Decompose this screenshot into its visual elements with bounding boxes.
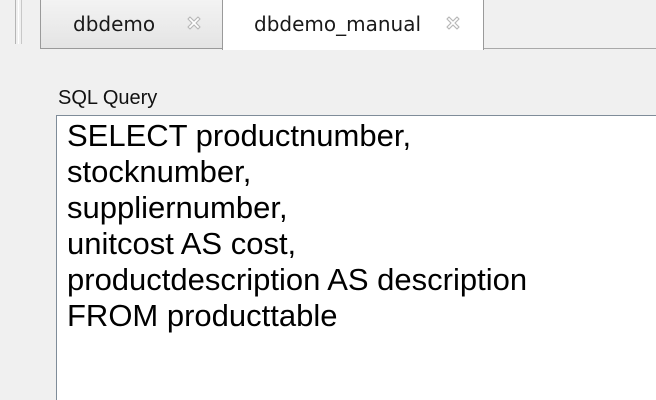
close-icon[interactable] xyxy=(184,13,204,33)
query-panel: SQL Query SELECT productnumber, stocknumb… xyxy=(0,50,656,400)
sql-line: stocknumber, xyxy=(67,154,252,189)
sql-query-text: SELECT productnumber, stocknumber, supplie… xyxy=(67,118,527,334)
sql-query-label: SQL Query xyxy=(58,87,158,109)
sql-line: productdescription AS description xyxy=(67,262,528,297)
sql-query-input[interactable]: SELECT productnumber, stocknumber, supplie… xyxy=(56,115,656,400)
close-icon[interactable] xyxy=(443,13,463,33)
toolbar-grip-edge xyxy=(21,0,25,44)
sql-line: FROM producttable xyxy=(67,298,338,333)
sql-line: suppliernumber, xyxy=(67,190,288,225)
tab-dbdemo[interactable]: dbdemo xyxy=(40,0,222,49)
tab-label: dbdemo_manual xyxy=(254,12,422,36)
tab-strip: dbdemo dbdemo_manual xyxy=(0,0,656,50)
sql-line: SELECT productnumber, xyxy=(67,118,412,153)
toolbar-grip[interactable] xyxy=(15,0,19,44)
tab-label: dbdemo xyxy=(73,12,156,36)
app-window: dbdemo dbdemo_manual SQL Query SELECT pr… xyxy=(0,0,656,400)
tab-dbdemo-manual[interactable]: dbdemo_manual xyxy=(222,0,484,50)
sql-line: unitcost AS cost, xyxy=(67,226,297,261)
